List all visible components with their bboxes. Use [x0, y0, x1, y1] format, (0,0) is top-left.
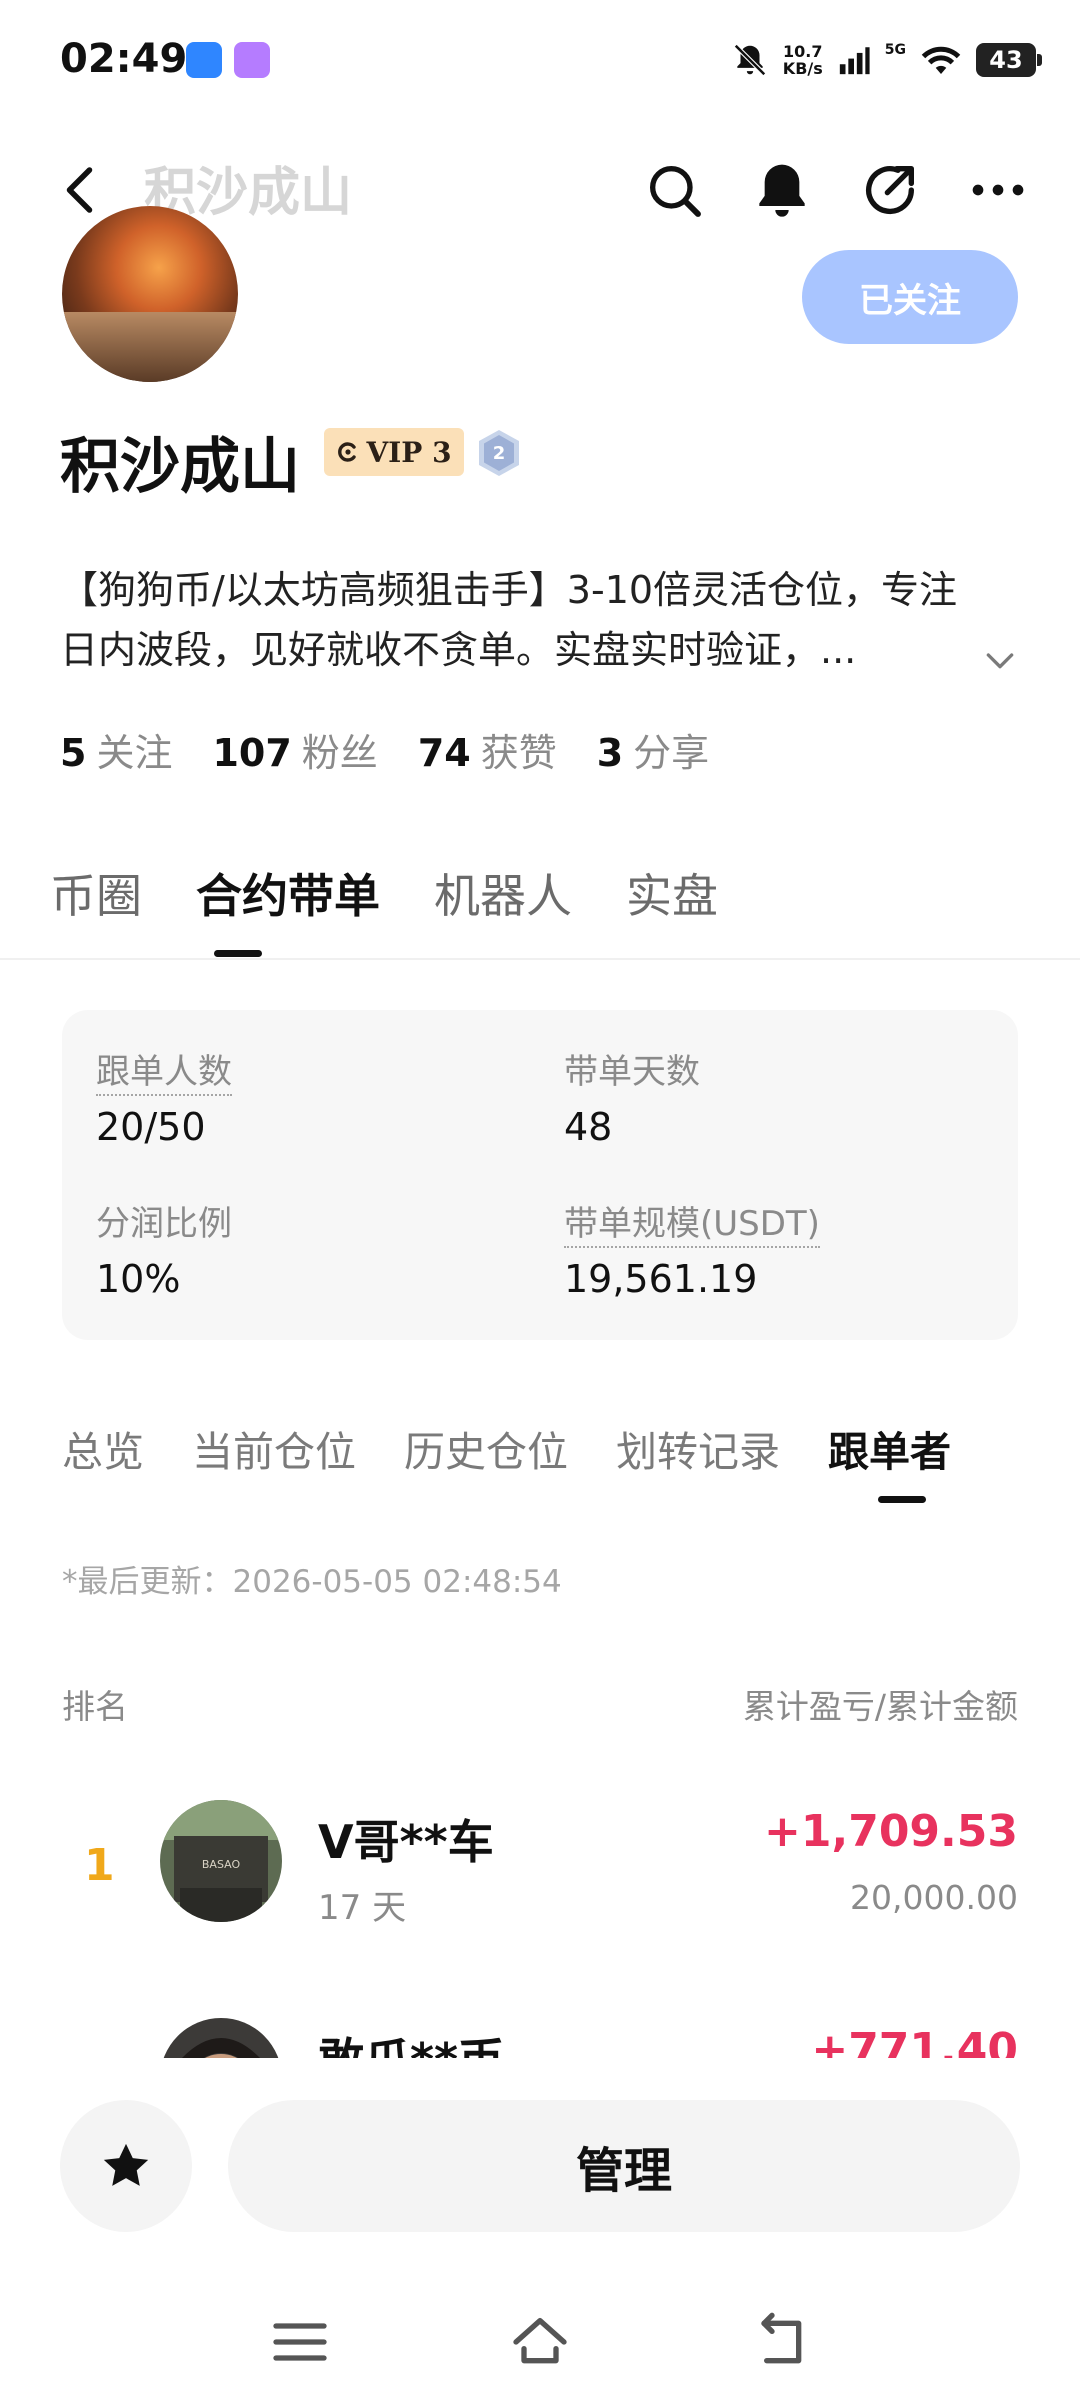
metric-days-value: 48 [564, 1105, 613, 1149]
bio[interactable]: 【狗狗币/以太坊高频狙击手】3-10倍灵活仓位，专注 日内波段，见好就收不贪单。… [60, 560, 1000, 680]
network-type: 5G [884, 42, 906, 58]
menu-icon[interactable] [268, 2310, 332, 2374]
metric-scale-value: 19,561.19 [564, 1257, 758, 1301]
metric-profit-share-label: 分润比例 [96, 1204, 232, 1244]
profile-stats: 5 关注 107 粉丝 74 获赞 3 分享 [60, 722, 709, 777]
subtab-current-positions[interactable]: 当前仓位 [192, 1418, 356, 1478]
divider [0, 958, 1080, 960]
follower-pnl: +1,709.53 [764, 1806, 1018, 1857]
profile-tabs: 币圈 合约带单 机器人 实盘 [50, 860, 718, 926]
copy-trading-summary-card: 跟单人数 20/50 带单天数 48 分润比例 10% 带单规模(USDT) 1… [62, 1010, 1018, 1340]
status-indicators: 10.7 KB/s 5G 43 [731, 38, 1042, 82]
level-number: 2 [493, 443, 506, 464]
metric-profit-share-value: 10% [96, 1257, 181, 1301]
bio-line-2: 日内波段，见好就收不贪单。实盘实时验证，... [60, 628, 857, 672]
avatar-image-detail [62, 312, 238, 382]
subtab-transfer-records[interactable]: 划转记录 [616, 1418, 780, 1478]
mute-bell-icon [733, 44, 766, 76]
battery-icon: 43 [976, 43, 1042, 77]
sub-tabs: 总览 当前仓位 历史仓位 划转记录 跟单者 [62, 1418, 951, 1478]
bell-icon[interactable] [750, 158, 814, 222]
favorite-button[interactable] [60, 2100, 192, 2232]
metric-followers-value: 20/50 [96, 1105, 206, 1149]
rank-number: 1 [84, 1840, 115, 1891]
avatar[interactable] [62, 206, 238, 382]
profile-name: 积沙成山 [60, 432, 300, 502]
stat-shares[interactable]: 3 分享 [597, 722, 709, 777]
avatar: BASAO [160, 1800, 282, 1922]
active-tab-indicator [214, 950, 262, 957]
follower-name: 敢爪**币 [318, 2024, 504, 2058]
last-updated: *最后更新：2026-05-05 02:48:54 [62, 1564, 562, 1600]
tab-live-account[interactable]: 实盘 [626, 860, 718, 926]
metric-days-label: 带单天数 [564, 1052, 700, 1092]
app-icon-1 [186, 42, 222, 78]
status-time: 02:49 [60, 36, 188, 82]
wifi-icon [921, 46, 961, 74]
active-subtab-indicator [878, 1496, 926, 1503]
bio-line-1: 【狗狗币/以太坊高频狙击手】3-10倍灵活仓位，专注 [60, 568, 958, 612]
manage-button[interactable]: 管理 [228, 2100, 1020, 2232]
chevron-down-icon[interactable] [980, 640, 1020, 680]
vip-level: VIP 3 [366, 435, 452, 469]
stat-likes[interactable]: 74 获赞 [418, 722, 557, 777]
avatar [160, 2018, 282, 2058]
followers-list: 1 BASAO V哥**车 17 天 +1,709.53 20,000.00 敢… [0, 1760, 1080, 2058]
metric-scale: 带单规模(USDT) 19,561.19 [564, 1196, 820, 1301]
level-badge-icon: 2 [479, 430, 519, 476]
vip-badge: VIP 3 [324, 428, 464, 476]
stat-followers[interactable]: 107 粉丝 [212, 722, 377, 777]
tab-crypto-circle[interactable]: 币圈 [50, 860, 142, 926]
tab-copy-trading[interactable]: 合约带单 [196, 860, 380, 926]
follower-days: 17 天 [318, 1888, 407, 1928]
metric-followers: 跟单人数 20/50 [96, 1044, 232, 1149]
svg-text:BASAO: BASAO [202, 1858, 241, 1871]
status-bar: 02:49 10.7 KB/s 5G 43 [0, 0, 1080, 120]
metric-profit-share: 分润比例 10% [96, 1196, 232, 1301]
net-speed: 10.7 KB/s [782, 42, 823, 78]
follower-name: V哥**车 [318, 1815, 494, 1869]
tab-bots[interactable]: 机器人 [434, 860, 572, 926]
subtab-followers[interactable]: 跟单者 [828, 1418, 951, 1478]
metric-scale-label[interactable]: 带单规模(USDT) [564, 1204, 820, 1248]
list-item[interactable]: 1 BASAO V哥**车 17 天 +1,709.53 20,000.00 [0, 1760, 1080, 1980]
signal-icon [839, 47, 870, 75]
follow-button[interactable]: 已关注 [802, 250, 1018, 344]
follower-amount: 20,000.00 [850, 1878, 1018, 1917]
home-icon[interactable] [508, 2310, 572, 2374]
follower-pnl: +771.40 [811, 2024, 1018, 2058]
subtab-overview[interactable]: 总览 [62, 1418, 144, 1478]
search-icon[interactable] [642, 158, 706, 222]
vip-logo-icon [338, 442, 357, 462]
stat-following[interactable]: 5 关注 [60, 722, 172, 777]
more-icon[interactable] [966, 158, 1030, 222]
subtab-position-history[interactable]: 历史仓位 [404, 1418, 568, 1478]
list-item[interactable]: 敢爪**币 +771.40 [0, 1978, 1080, 2058]
app-icon-2 [234, 42, 270, 78]
star-icon [103, 2143, 149, 2186]
metric-followers-label[interactable]: 跟单人数 [96, 1052, 232, 1096]
list-header-pnl: 累计盈亏/累计金额 [742, 1687, 1018, 1726]
back-nav-icon[interactable] [748, 2310, 812, 2374]
share-icon[interactable] [858, 158, 922, 222]
back-icon[interactable] [52, 160, 112, 220]
list-header-rank: 排名 [62, 1687, 128, 1726]
metric-days: 带单天数 48 [564, 1044, 700, 1149]
